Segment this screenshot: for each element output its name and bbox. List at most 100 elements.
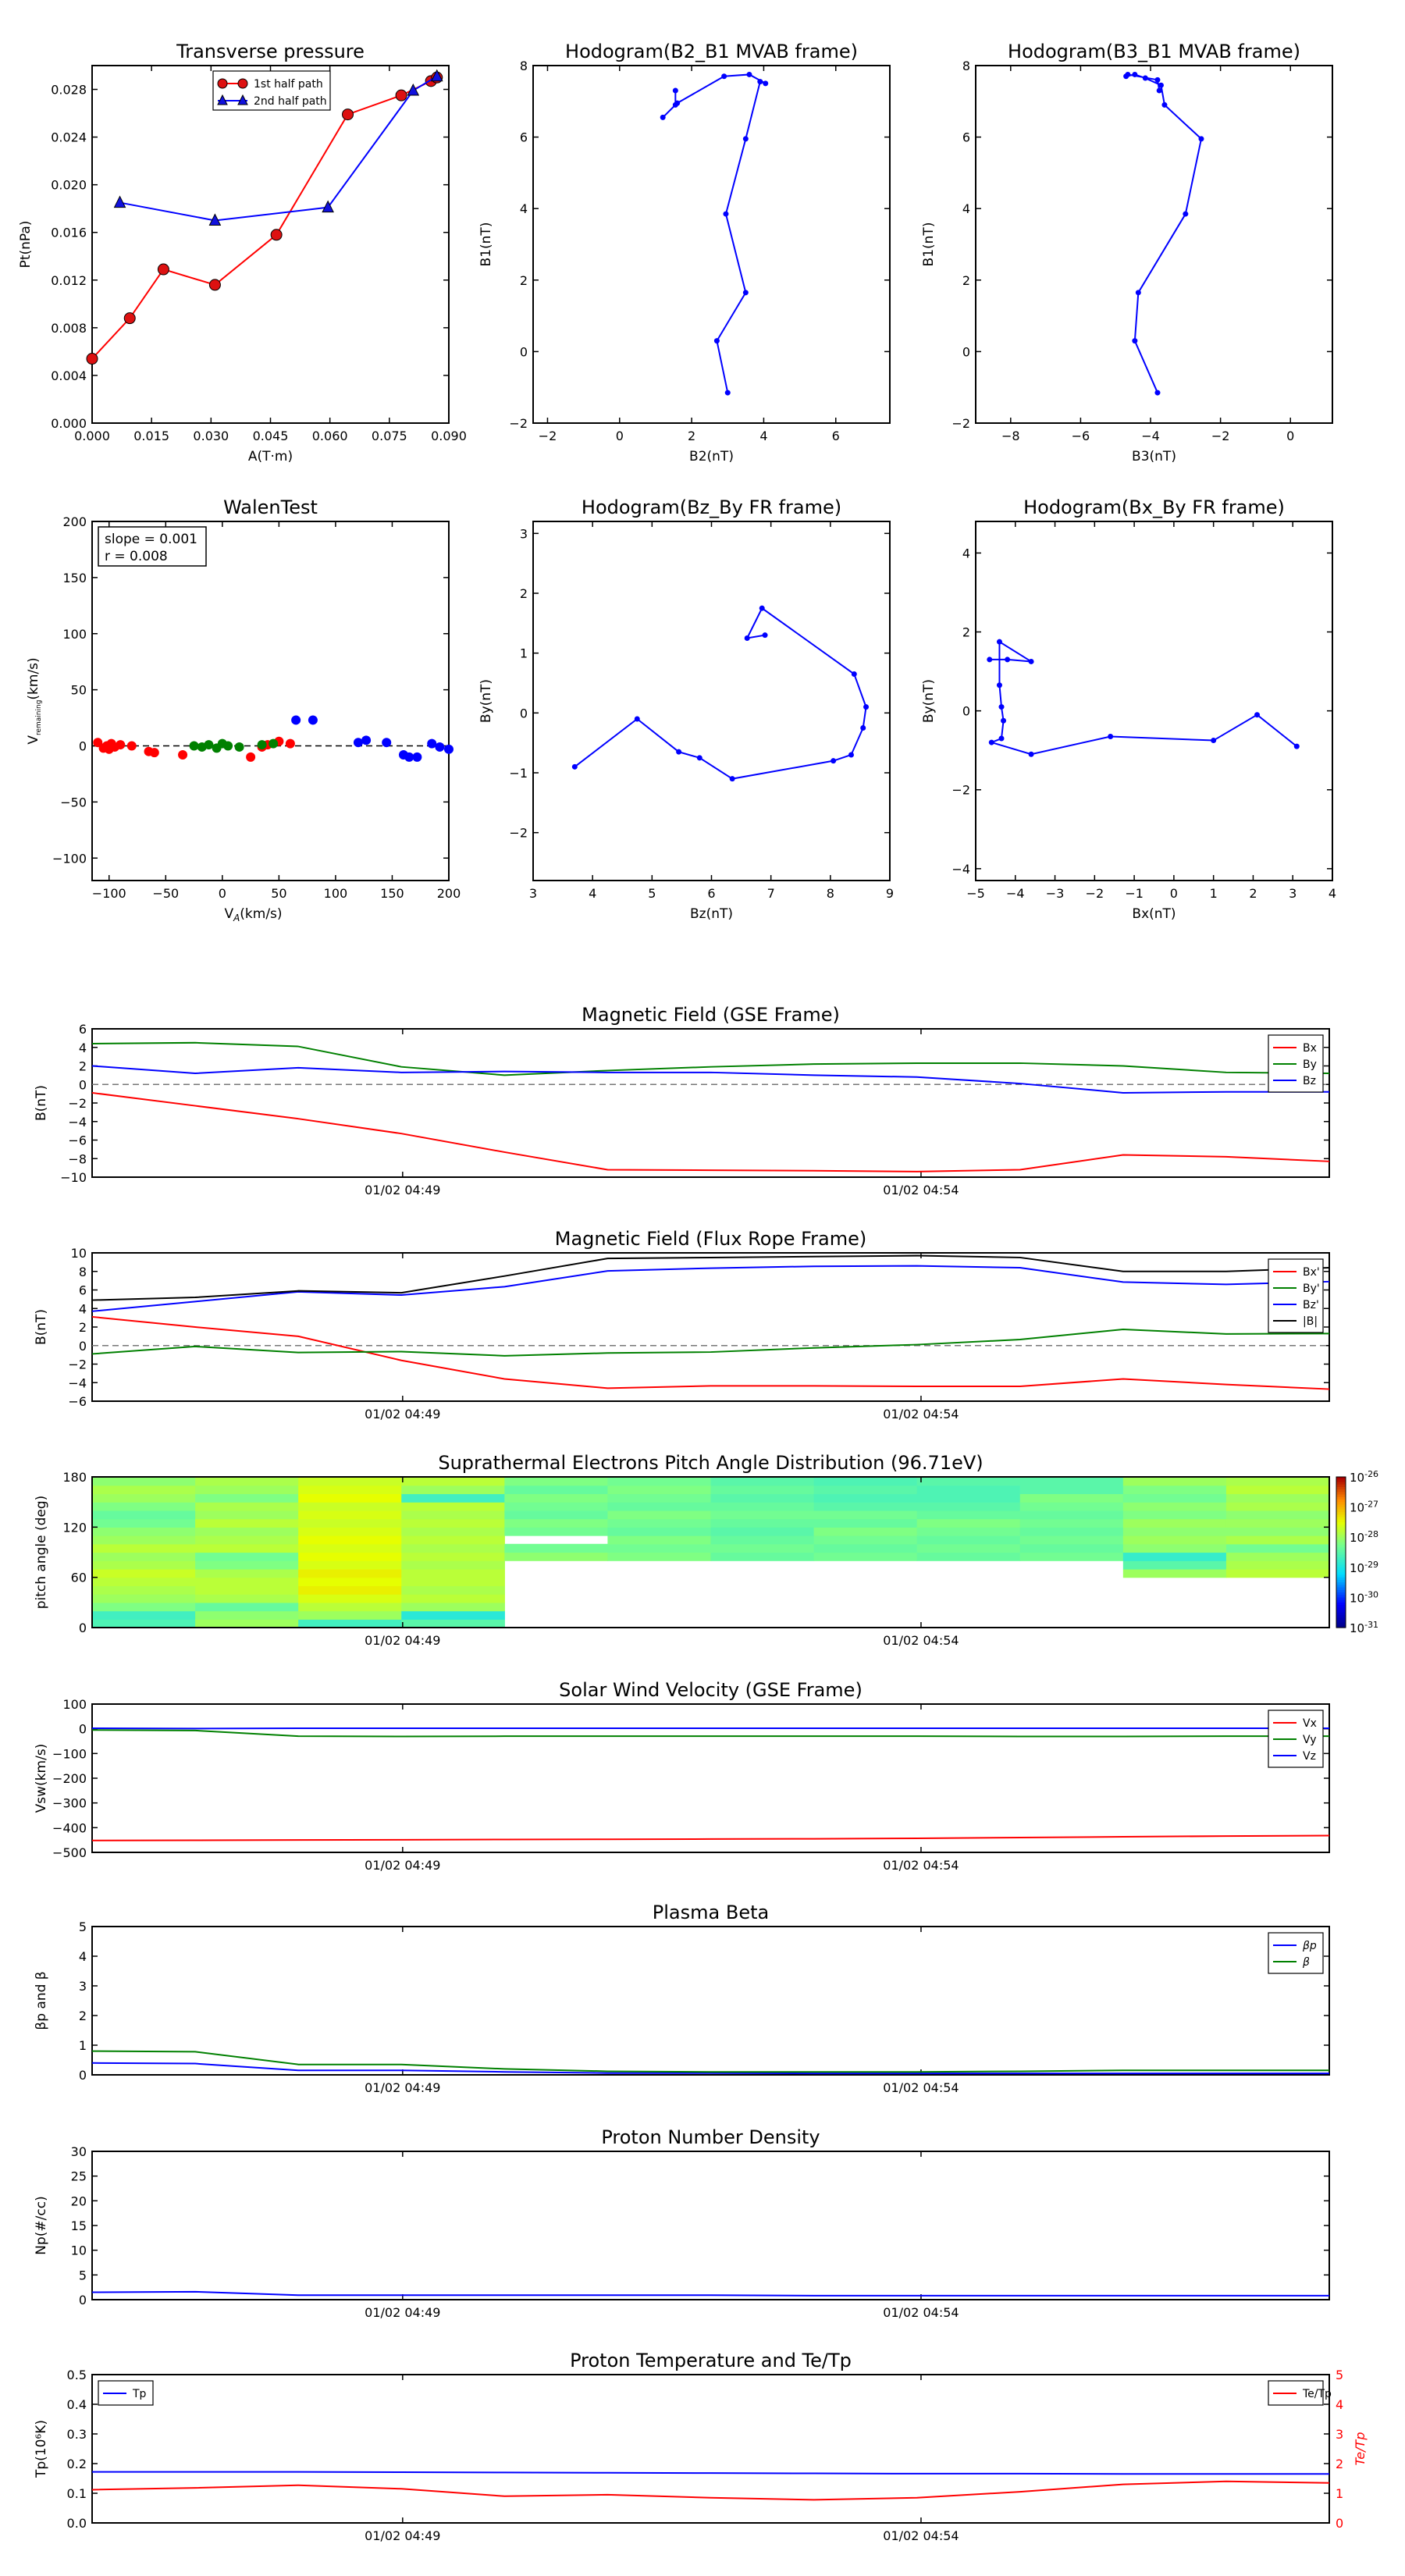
walen-xlabel-main: V [224, 906, 233, 922]
tp-ytick-label: 0.016 [51, 226, 87, 240]
tp-legend-marker [217, 78, 228, 89]
walen-point [234, 742, 244, 752]
hbx-xtick-label: 0 [1170, 886, 1178, 901]
pad-cell [916, 1543, 1021, 1553]
pad-cell [710, 1543, 815, 1553]
vsw-legend-label: Vz [1303, 1750, 1316, 1763]
pad-cell [607, 1518, 712, 1528]
hbx-point [1254, 712, 1261, 718]
hbz-point [729, 776, 735, 782]
pad-cell [916, 1485, 1021, 1495]
temp-ylabel: Tp(10⁶K) [34, 2420, 49, 2478]
vsw-ytick-label: −100 [52, 1746, 87, 1761]
vsw-ytick-label: −500 [52, 1845, 87, 1860]
h21-xlabel: B2(nT) [689, 449, 734, 464]
walen-point [382, 738, 392, 748]
pad-cell [710, 1518, 815, 1528]
tp-ytick-label: 0.028 [51, 83, 87, 98]
hbz-xtick-label: 3 [529, 886, 537, 901]
walen-title: WalenTest [223, 496, 318, 518]
bfr-legend-label: By' [1303, 1283, 1320, 1295]
pad-cell [195, 1577, 299, 1586]
pad-cell [504, 1527, 609, 1536]
hbz-xlabel: Bz(nT) [690, 906, 733, 922]
pad-colorbar-exponent: -28 [1364, 1529, 1378, 1539]
h31-ytick-label: 6 [962, 130, 970, 145]
h31-xlabel: B3(nT) [1132, 449, 1176, 464]
pad-cell [1019, 1485, 1124, 1495]
temp-legend-label: Tp [132, 2388, 147, 2400]
pad-cell [195, 1552, 299, 1561]
pad-cell [607, 1510, 712, 1520]
h21-ytick-label: 0 [520, 344, 528, 359]
h31-xtick-label: −6 [1072, 429, 1090, 443]
hbz-point [762, 632, 768, 639]
bgse-ytick-label: 4 [79, 1041, 87, 1055]
hbz-xtick-label: 9 [886, 886, 894, 901]
hbx-point [1005, 656, 1011, 663]
np-ytick-label: 5 [79, 2268, 87, 2282]
pad-cell [607, 1477, 712, 1486]
bgse-ytick-label: −4 [68, 1115, 87, 1130]
pad-cell [195, 1610, 299, 1620]
pad-cell [1122, 1568, 1227, 1578]
vsw-ylabel: Vsw(km/s) [34, 1744, 49, 1813]
hbx-ytick-label: −2 [951, 783, 970, 798]
walen-point [412, 752, 422, 762]
hbx-ytick-label: 2 [962, 625, 970, 640]
walen-ylabel-unit: (km/s) [26, 657, 41, 699]
pad-cell [298, 1568, 402, 1578]
hbx-ylabel: By(nT) [921, 679, 937, 723]
pad-cell [92, 1619, 196, 1628]
bfr-ytick-label: −2 [68, 1357, 87, 1372]
pad-cell [298, 1485, 402, 1495]
h21-title: Hodogram(B2_B1 MVAB frame) [565, 41, 858, 62]
h31-point [1135, 290, 1141, 296]
np-title: Proton Number Density [601, 2126, 820, 2148]
hbx-point [1028, 751, 1034, 757]
beta-xtick-label: 01/02 04:54 [883, 2080, 959, 2095]
hbx-xtick-label: −2 [1086, 886, 1104, 901]
tp-xtick-label: 0.045 [253, 429, 289, 443]
h21-point [723, 211, 729, 217]
pad-xtick-label: 01/02 04:54 [883, 1633, 959, 1648]
hbx-ytick-label: 4 [962, 546, 970, 560]
pad-cell [401, 1610, 505, 1620]
pad-ytick-label: 60 [71, 1571, 87, 1585]
pad-cell [92, 1560, 196, 1570]
pad-cell [298, 1535, 402, 1545]
pad-cell [195, 1493, 299, 1503]
hbx-xlabel: Bx(nT) [1132, 906, 1176, 922]
hbz-point [634, 716, 640, 722]
bfr-legend-label: Bz' [1303, 1299, 1319, 1311]
h31-ytick-label: 2 [962, 273, 970, 288]
pad-cell [92, 1535, 196, 1545]
pad-cell [92, 1552, 196, 1561]
h31-xtick-label: −8 [1001, 429, 1020, 443]
vsw-ytick-label: 0 [79, 1722, 87, 1737]
pad-cell [401, 1543, 505, 1553]
walen-point [353, 738, 363, 748]
walen-annotation: slope = 0.001 [105, 532, 197, 547]
vsw-ytick-label: −300 [52, 1796, 87, 1811]
h31-point [1161, 101, 1168, 108]
hbz-point [759, 605, 765, 611]
pad-cell [92, 1477, 196, 1486]
pad-cell [195, 1485, 299, 1495]
hbz-ylabel: By(nT) [478, 679, 494, 723]
vsw-xtick-label: 01/02 04:54 [883, 1858, 959, 1873]
pad-cell [92, 1527, 196, 1536]
temp-ylabel2: Te/Tp [1353, 2432, 1368, 2466]
walen-point [435, 742, 445, 752]
pad-cell [401, 1527, 505, 1536]
h31-xtick-label: −4 [1141, 429, 1160, 443]
hbz-ytick-label: −2 [509, 826, 528, 841]
h31-ytick-label: 4 [962, 201, 970, 216]
pad-colorbar-base: 10 [1350, 1561, 1364, 1575]
pad-cell [401, 1585, 505, 1595]
vsw-legend-label: Vx [1303, 1717, 1317, 1730]
pad-ylabel: pitch angle (deg) [34, 1496, 49, 1610]
pad-cell [504, 1510, 609, 1520]
hbz-ytick-label: 0 [520, 706, 528, 720]
pad-cell [607, 1535, 712, 1545]
